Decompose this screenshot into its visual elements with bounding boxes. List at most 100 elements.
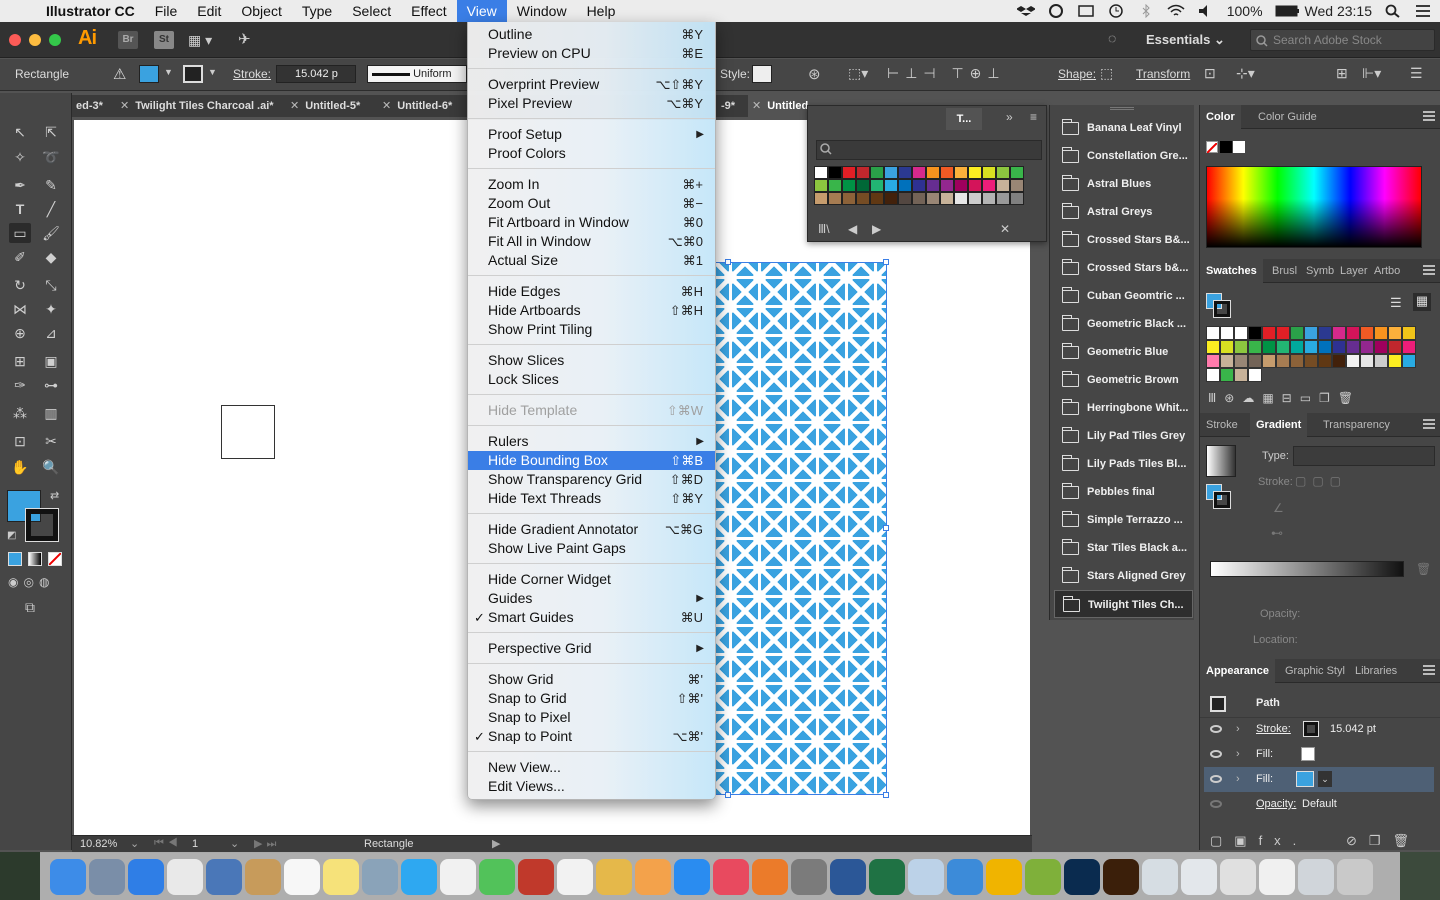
swatch-library-grid[interactable] [814, 166, 1026, 218]
shape-label[interactable]: Shape: [1058, 67, 1096, 81]
swatch[interactable] [1318, 354, 1332, 368]
fill-color-chip[interactable] [1296, 771, 1314, 787]
swatch[interactable] [1248, 326, 1262, 340]
swatch[interactable] [1262, 326, 1276, 340]
swatch[interactable] [1318, 326, 1332, 340]
align-buttons-icon[interactable]: ⊢⊥⊣ ⊤⊕⊥ [887, 65, 1006, 82]
artboard-tool-icon[interactable]: ⊡ [9, 431, 31, 451]
panel-menu-icon[interactable]: ☰ [1410, 65, 1423, 82]
menu-object[interactable]: Object [231, 0, 291, 22]
chevron-down-icon[interactable]: ⌄ [130, 837, 139, 850]
tab-document-2[interactable]: ✕ Twilight Tiles Charcoal .ai* [116, 95, 288, 117]
swatch[interactable] [1374, 340, 1388, 354]
close-window-button[interactable] [9, 34, 21, 46]
stickies-icon[interactable] [323, 859, 359, 895]
tab-document-1[interactable]: ed-3* [72, 95, 118, 117]
swatch[interactable] [1220, 340, 1234, 354]
image-capture-icon[interactable] [908, 859, 944, 895]
menu-edit[interactable]: Edit [187, 0, 231, 22]
file-share-icon[interactable] [947, 859, 983, 895]
notes-icon[interactable] [245, 859, 281, 895]
tab-color-guide[interactable]: Color Guide [1252, 105, 1323, 129]
visibility-eye-icon[interactable] [1210, 725, 1222, 733]
rotate-tool-icon[interactable]: ↻ [9, 275, 31, 295]
menu-item-hide-corner-widget[interactable]: Hide Corner Widget [468, 570, 715, 589]
swatch[interactable] [1206, 326, 1220, 340]
type-tool-icon[interactable]: T [9, 199, 31, 219]
swatch[interactable] [968, 179, 982, 192]
menu-help[interactable]: Help [577, 0, 626, 22]
swatch[interactable] [1206, 354, 1220, 368]
swatch[interactable] [842, 166, 856, 179]
swatch[interactable] [1388, 326, 1402, 340]
gradient-type-select[interactable] [1293, 446, 1435, 466]
collapse-panel-icon[interactable]: » [1006, 110, 1013, 124]
swatch[interactable] [856, 192, 870, 205]
chrome-icon[interactable] [167, 859, 203, 895]
menu-item-zoom-out[interactable]: Zoom Out ⌘− [468, 194, 715, 213]
swatch[interactable] [1360, 340, 1374, 354]
library-item[interactable]: Stars Aligned Grey [1054, 562, 1193, 590]
swatch[interactable] [1248, 340, 1262, 354]
stroke-attribute-label[interactable]: Stroke: [1256, 717, 1291, 742]
default-colors-icon[interactable]: ◩ [7, 530, 16, 541]
menu-item-show-slices[interactable]: Show Slices [468, 351, 715, 370]
shape-properties-icon[interactable]: ⬚ [1100, 65, 1113, 82]
eraser-tool-icon[interactable]: ◆ [40, 247, 62, 267]
wifi-icon[interactable] [1167, 4, 1185, 18]
swatch[interactable] [1304, 326, 1318, 340]
perspective-grid-tool-icon[interactable]: ⊿ [40, 323, 62, 343]
preview-icon[interactable] [206, 859, 242, 895]
swatch[interactable] [828, 179, 842, 192]
swatch-actions-icons[interactable]: Ⅲ⊛☁▦⊟▭❐🗑 [1208, 391, 1361, 405]
menu-item-hide-edges[interactable]: Hide Edges ⌘H [468, 282, 715, 301]
chevron-down-icon[interactable]: ⌄ [1318, 771, 1332, 787]
distribute-icon[interactable]: ⊩▾ [1362, 65, 1381, 82]
visibility-eye-icon[interactable] [1210, 800, 1222, 808]
menu-item-fit-all-in-window[interactable]: Fit All in Window ⌥⌘0 [468, 232, 715, 251]
menu-file[interactable]: File [145, 0, 188, 22]
magic-wand-tool-icon[interactable]: ✧ [9, 147, 31, 167]
swatch[interactable] [1290, 326, 1304, 340]
fill-attribute-label[interactable]: Fill: [1256, 742, 1273, 767]
chevron-down-icon[interactable]: ▼ [208, 67, 217, 77]
bounding-box-handle[interactable] [883, 259, 889, 265]
fill-attribute-label[interactable]: Fill: [1256, 767, 1273, 792]
mail-icon[interactable] [1142, 859, 1178, 895]
swatch[interactable] [926, 192, 940, 205]
swatch[interactable] [814, 166, 828, 179]
color-mode-icon[interactable] [8, 552, 22, 566]
panel-menu-icon[interactable] [1423, 665, 1435, 675]
spotlight-icon[interactable] [1384, 4, 1402, 18]
bluetooth-icon[interactable] [1137, 3, 1155, 19]
swatch[interactable] [1388, 340, 1402, 354]
swatch[interactable] [1276, 354, 1290, 368]
swatch[interactable] [1304, 340, 1318, 354]
swatch[interactable] [1402, 354, 1416, 368]
swatch[interactable] [926, 166, 940, 179]
opacity-attribute-label[interactable]: Opacity: [1256, 792, 1296, 817]
fill-swatch[interactable] [139, 65, 159, 83]
swatch[interactable] [870, 179, 884, 192]
swatch[interactable] [1346, 354, 1360, 368]
swatch[interactable] [884, 166, 898, 179]
numbers-icon[interactable] [557, 859, 593, 895]
swatch[interactable] [814, 179, 828, 192]
library-item[interactable]: Herringbone Whit... [1054, 394, 1193, 422]
menu-item-actual-size[interactable]: Actual Size ⌘1 [468, 251, 715, 270]
battery-icon[interactable] [1275, 4, 1299, 18]
document-icon[interactable] [1298, 859, 1334, 895]
menu-item-zoom-in[interactable]: Zoom In ⌘+ [468, 175, 715, 194]
visibility-eye-icon[interactable] [1210, 775, 1222, 783]
paintbrush-tool-icon[interactable]: 🖌 [40, 223, 62, 243]
gradient-tool-icon[interactable]: ▣ [40, 351, 62, 371]
menu-item-fit-artboard-in-window[interactable]: Fit Artboard in Window ⌘0 [468, 213, 715, 232]
previous-library-icon[interactable]: ◀ [848, 222, 857, 236]
swatch[interactable] [1010, 192, 1024, 205]
swatch[interactable] [1402, 340, 1416, 354]
zoom-tool-icon[interactable]: 🔍 [40, 457, 62, 477]
symbol-sprayer-tool-icon[interactable]: ⁂ [9, 403, 31, 423]
swatch[interactable] [1346, 326, 1360, 340]
close-icon[interactable]: ✕ [290, 100, 299, 112]
align-to-icon[interactable]: ⬚▾ [848, 65, 868, 82]
